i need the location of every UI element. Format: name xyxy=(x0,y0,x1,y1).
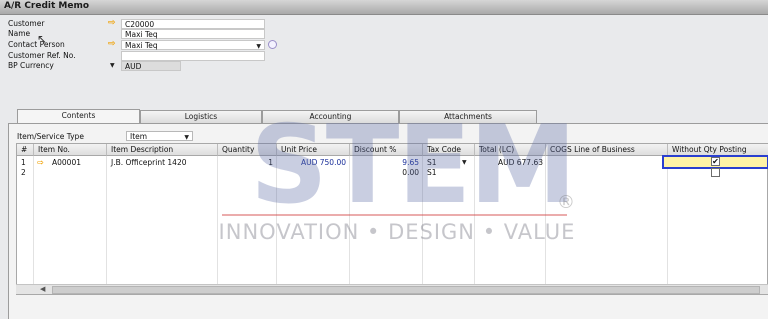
row-1-unit-price[interactable]: AUD 750.00 xyxy=(277,158,346,167)
contact-dropdown-icon[interactable]: ▼ xyxy=(256,42,261,51)
customer-label: Customer xyxy=(8,19,45,28)
col-divider xyxy=(545,156,546,284)
col-header-quantity[interactable]: Quantity xyxy=(218,144,277,156)
row-2-num: 2 xyxy=(21,168,26,177)
tab-logistics[interactable]: Logistics xyxy=(140,110,262,123)
row-1-tax-code[interactable]: S1 xyxy=(427,158,437,167)
customer-link-arrow-icon[interactable]: ⇨ xyxy=(108,19,116,28)
name-label: Name xyxy=(8,29,31,38)
row-1-num: 1 xyxy=(21,158,26,167)
bp-currency-label: BP Currency xyxy=(8,61,54,70)
row-1-total[interactable]: AUD 677.63 xyxy=(475,158,543,167)
contact-link-arrow-icon[interactable]: ⇨ xyxy=(108,40,116,49)
contact-person-field[interactable]: Maxi Teq ▼ xyxy=(121,40,265,50)
col-header-discount[interactable]: Discount % xyxy=(350,144,423,156)
line-items-table: # Item No. Item Description Quantity Uni… xyxy=(16,143,768,295)
tab-contents[interactable]: Contents xyxy=(17,109,140,124)
item-link-arrow-icon[interactable]: ⇨ xyxy=(37,158,44,167)
row-2-discount[interactable]: 0.00 xyxy=(350,168,419,177)
window-title: A/R Credit Memo xyxy=(4,1,90,11)
col-header-num[interactable]: # xyxy=(17,144,34,156)
col-divider xyxy=(217,156,218,284)
item-type-dropdown-icon[interactable]: ▼ xyxy=(184,133,189,142)
col-divider xyxy=(474,156,475,284)
item-service-type-label: Item/Service Type xyxy=(17,132,84,141)
tab-accounting[interactable]: Accounting xyxy=(262,110,399,123)
col-header-cogs-line[interactable]: COGS Line of Business xyxy=(546,144,668,156)
name-field[interactable]: Maxi Teq xyxy=(121,29,265,39)
col-header-total-lc[interactable]: Total (LC) xyxy=(475,144,546,156)
col-divider xyxy=(33,156,34,284)
col-header-item-no[interactable]: Item No. xyxy=(34,144,107,156)
tax-code-dropdown-icon[interactable]: ▼ xyxy=(462,159,467,166)
col-header-item-description[interactable]: Item Description xyxy=(107,144,218,156)
item-service-type-select[interactable]: Item ▼ xyxy=(126,131,193,141)
customer-ref-field[interactable] xyxy=(121,51,265,61)
window-title-bar: A/R Credit Memo xyxy=(0,0,768,15)
currency-dropdown-icon[interactable]: ▼ xyxy=(110,62,115,69)
row-1-item-no[interactable]: A00001 xyxy=(52,158,81,167)
row-1-description[interactable]: J.B. Officeprint 1420 xyxy=(111,158,187,167)
scrollbar-thumb[interactable] xyxy=(52,286,760,294)
mouse-cursor-icon: ↖ xyxy=(37,32,48,46)
contact-person-value: Maxi Teq xyxy=(125,41,158,50)
item-service-type-value: Item xyxy=(130,132,148,141)
col-header-tax-code[interactable]: Tax Code xyxy=(423,144,475,156)
col-divider xyxy=(422,156,423,284)
bp-currency-field[interactable]: AUD xyxy=(121,61,181,71)
row-1-without-qty-checkbox[interactable]: ✔ xyxy=(711,157,720,166)
tab-attachments[interactable]: Attachments xyxy=(399,110,537,123)
col-divider xyxy=(667,156,668,284)
row-1-discount[interactable]: 9.65 xyxy=(350,158,419,167)
row-2-without-qty-checkbox[interactable] xyxy=(711,168,720,177)
scroll-left-icon[interactable]: ◀ xyxy=(40,285,45,293)
row-2-tax-code[interactable]: S1 xyxy=(427,168,437,177)
col-divider xyxy=(276,156,277,284)
contact-info-icon[interactable] xyxy=(268,40,277,49)
customer-field[interactable]: C20000 xyxy=(121,19,265,29)
col-divider xyxy=(106,156,107,284)
row-1-quantity[interactable]: 1 xyxy=(218,158,273,167)
col-header-unit-price[interactable]: Unit Price xyxy=(277,144,350,156)
customer-ref-label: Customer Ref. No. xyxy=(8,51,76,60)
table-horizontal-scrollbar[interactable]: ◀ xyxy=(16,284,768,294)
